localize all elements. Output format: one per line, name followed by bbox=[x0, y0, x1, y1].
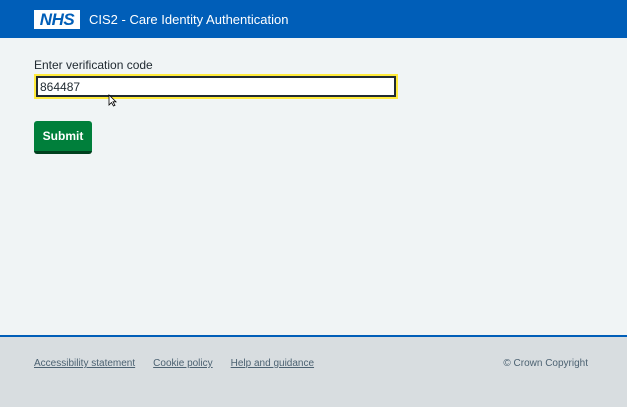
copyright-text: © Crown Copyright bbox=[503, 358, 588, 369]
footer-links: Accessibility statement Cookie policy He… bbox=[34, 358, 314, 369]
service-title: CIS2 - Care Identity Authentication bbox=[89, 11, 289, 27]
site-footer: Accessibility statement Cookie policy He… bbox=[0, 335, 627, 407]
page: NHS CIS2 - Care Identity Authentication … bbox=[0, 0, 627, 407]
accessibility-statement-link[interactable]: Accessibility statement bbox=[34, 358, 135, 369]
verification-code-label: Enter verification code bbox=[34, 58, 153, 72]
main-content: Enter verification code Submit bbox=[0, 38, 627, 335]
site-header: NHS CIS2 - Care Identity Authentication bbox=[0, 0, 627, 38]
verification-code-input[interactable] bbox=[36, 76, 396, 97]
nhs-logo[interactable]: NHS bbox=[34, 9, 80, 29]
submit-button[interactable]: Submit bbox=[34, 121, 92, 154]
mouse-pointer-icon bbox=[108, 94, 117, 107]
nhs-logo-text: NHS bbox=[39, 9, 75, 29]
verification-code-focus-ring bbox=[34, 74, 398, 99]
cookie-policy-link[interactable]: Cookie policy bbox=[153, 358, 212, 369]
help-and-guidance-link[interactable]: Help and guidance bbox=[231, 358, 314, 369]
